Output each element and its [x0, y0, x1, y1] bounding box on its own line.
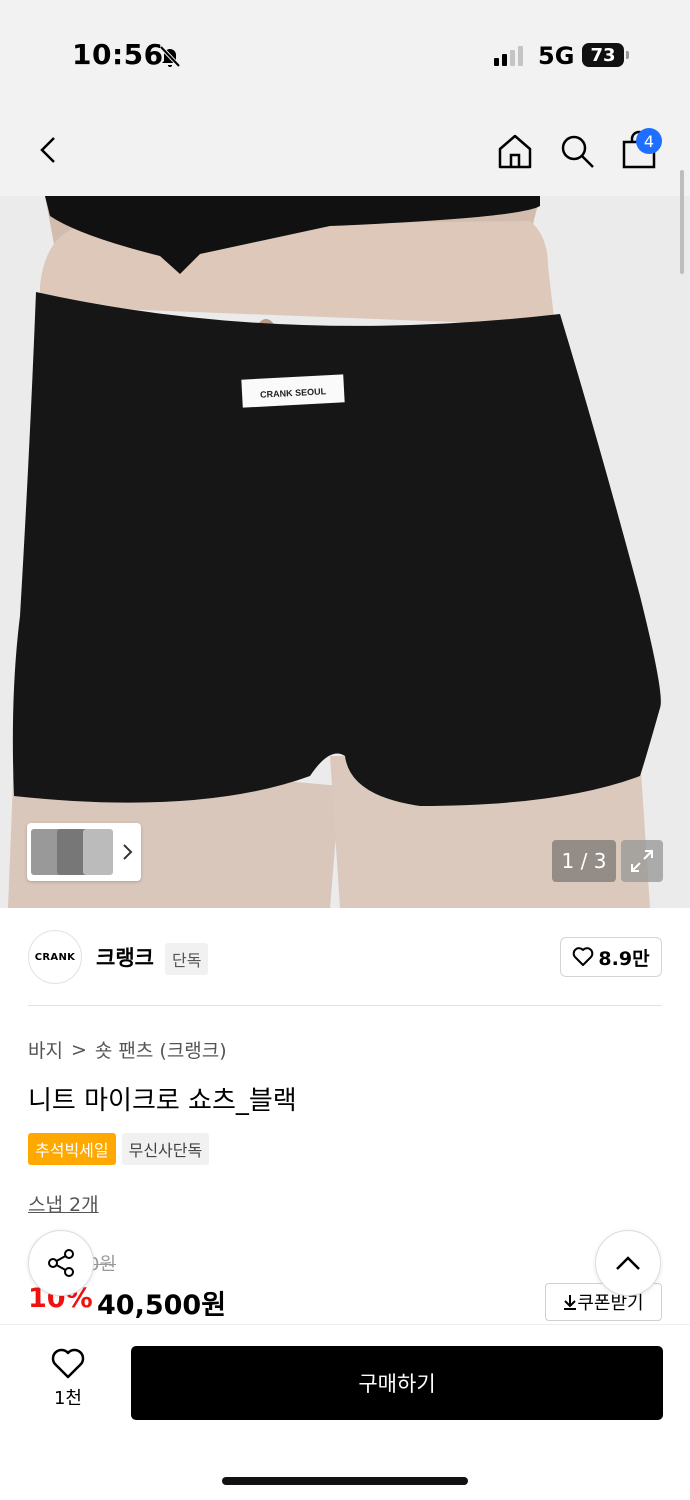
page-scrollbar[interactable]	[680, 170, 684, 274]
buy-button[interactable]: 구매하기	[131, 1346, 663, 1420]
sale-tag: 추석빅세일	[28, 1133, 116, 1165]
brand-like-count: 8.9만	[598, 947, 650, 970]
share-button[interactable]	[28, 1230, 94, 1296]
top-navigation	[0, 100, 690, 196]
snap-link[interactable]: 스냅 2개	[28, 1190, 99, 1217]
brand-like-button[interactable]: 8.9만	[560, 937, 662, 977]
product-image[interactable]: CRANK SEOUL	[0, 196, 690, 908]
thumbnail-strip[interactable]	[27, 823, 141, 881]
status-time: 10:56	[72, 38, 164, 71]
battery-tip	[626, 51, 629, 59]
search-icon[interactable]	[558, 132, 596, 170]
divider	[28, 1005, 662, 1006]
exclusive-tag: 무신사단독	[121, 1133, 210, 1165]
home-indicator[interactable]	[222, 1477, 468, 1485]
status-bar: 10:56 5G 73	[0, 0, 690, 100]
expand-icon	[631, 850, 653, 872]
brand-logo[interactable]: CRANK	[28, 930, 82, 984]
product-title: 니트 마이크로 쇼츠_블랙	[28, 1086, 297, 1116]
product-photo: CRANK SEOUL	[0, 196, 690, 908]
download-icon	[564, 1295, 577, 1310]
product-tags: 추석빅세일 무신사단독	[28, 1133, 210, 1165]
brand-name[interactable]: 크랭크	[96, 942, 154, 972]
back-arrow-icon[interactable]	[36, 134, 60, 166]
sale-price: 40,500원	[97, 1290, 227, 1321]
cellular-signal-icon	[494, 46, 523, 66]
heart-icon	[573, 947, 594, 966]
cart-count-badge: 4	[636, 128, 662, 154]
home-icon[interactable]	[496, 132, 534, 170]
breadcrumb: 바지 > 숏 팬츠 (크랭크)	[28, 1036, 227, 1063]
breadcrumb-separator: >	[70, 1038, 87, 1061]
chevron-up-icon	[616, 1256, 640, 1270]
heart-outline-icon	[51, 1348, 85, 1379]
wishlist-count: 1천	[53, 1388, 82, 1409]
battery-icon: 73	[582, 43, 624, 67]
battery-level: 73	[590, 44, 616, 66]
expand-button[interactable]	[621, 840, 663, 882]
breadcrumb-category[interactable]: 바지	[28, 1036, 63, 1063]
thumbnail-3[interactable]	[83, 829, 113, 875]
share-icon	[48, 1249, 74, 1277]
wishlist-button[interactable]: 1천	[40, 1348, 96, 1410]
image-counter: 1 / 3	[552, 840, 616, 882]
brand-exclusive-tag: 단독	[165, 943, 209, 975]
network-type: 5G	[538, 42, 575, 70]
chevron-right-icon[interactable]	[121, 843, 133, 861]
breadcrumb-subcategory[interactable]: 숏 팬츠 (크랭크)	[95, 1036, 227, 1063]
scroll-to-top-button[interactable]	[595, 1230, 661, 1296]
bell-muted-icon	[159, 45, 181, 68]
